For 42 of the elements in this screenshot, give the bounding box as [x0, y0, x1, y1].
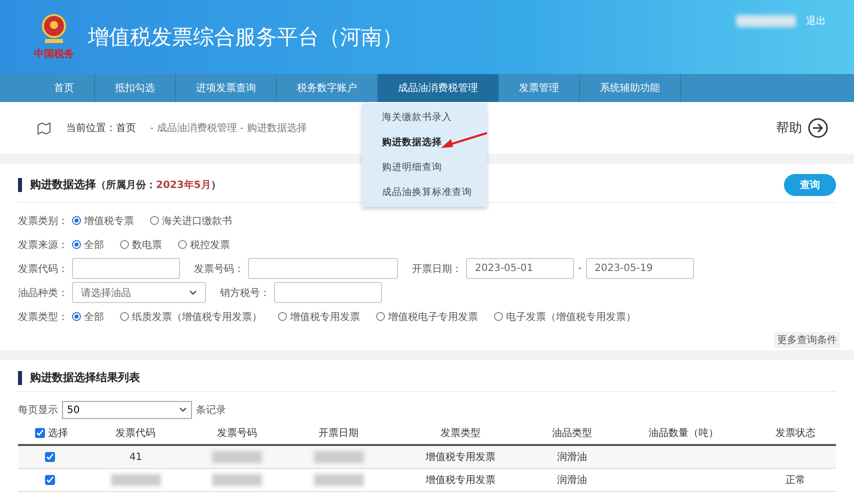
- radio-option[interactable]: 全部: [72, 310, 104, 324]
- radio-option[interactable]: 税控发票: [178, 238, 230, 252]
- field-label: 油品种类：: [18, 286, 68, 300]
- radio-option[interactable]: 增值税专用发票: [278, 310, 360, 324]
- page-size-select[interactable]: 50: [62, 401, 192, 419]
- field-label: 发票来源：: [18, 238, 68, 252]
- breadcrumb-prefix: 当前位置：首页: [66, 122, 136, 135]
- menu-item[interactable]: 购进明细查询: [362, 155, 487, 180]
- more-conditions-link[interactable]: 更多查询条件: [774, 332, 840, 348]
- breadcrumb-path: - 成品油消费税管理 - 购进数据选择: [150, 122, 307, 135]
- radio-option[interactable]: 数电票: [120, 238, 162, 252]
- field-label: 开票日期：: [412, 262, 462, 276]
- radio-option[interactable]: 全部: [72, 238, 104, 252]
- field-label: 发票类型：: [18, 310, 68, 324]
- date-field[interactable]: 2023-05-01: [466, 258, 574, 280]
- menu-item[interactable]: 购进数据选择: [362, 130, 487, 155]
- help-button[interactable]: 帮助: [776, 118, 828, 138]
- menu-item[interactable]: 成品油换算标准查询: [362, 180, 487, 205]
- platform-title: 增值税发票综合服务平台（河南）: [88, 24, 403, 52]
- table-cell: 增值税专用发票: [389, 468, 532, 492]
- records-label: 条记录: [196, 404, 226, 417]
- select-field[interactable]: 请选择油品: [72, 282, 206, 304]
- radio-option[interactable]: 增值税电子专用发票: [376, 310, 478, 324]
- month-label: （所属月份：2023年5月）: [96, 178, 221, 192]
- radio-option[interactable]: 纸质发票（增值税专用发票）: [120, 310, 262, 324]
- table-cell: 正常: [754, 468, 836, 492]
- per-page-label: 每页显示: [18, 404, 58, 417]
- nav-tab[interactable]: 成品油消费税管理: [378, 74, 499, 102]
- radio-option[interactable]: 电子发票（增值税专用发票）: [494, 310, 636, 324]
- table-cell: 润滑油: [532, 468, 613, 492]
- section-title: 购进数据选择结果列表: [30, 370, 140, 385]
- menu-item[interactable]: 海关缴款书录入: [362, 105, 487, 130]
- field-label: 发票类别：: [18, 214, 68, 228]
- radio-option[interactable]: 增值税专票: [72, 214, 134, 228]
- separator-text: -: [578, 263, 582, 274]
- field-label: 发票代码：: [18, 262, 68, 276]
- logo-text: 中国税务: [34, 48, 74, 62]
- section-title: 购进数据选择: [30, 177, 96, 192]
- date-field[interactable]: 2023-05-19: [586, 258, 694, 280]
- radio-option[interactable]: 海关进口缴款书: [150, 214, 232, 228]
- field-label: 发票号码：: [194, 262, 244, 276]
- field-label: 销方税号：: [220, 286, 270, 300]
